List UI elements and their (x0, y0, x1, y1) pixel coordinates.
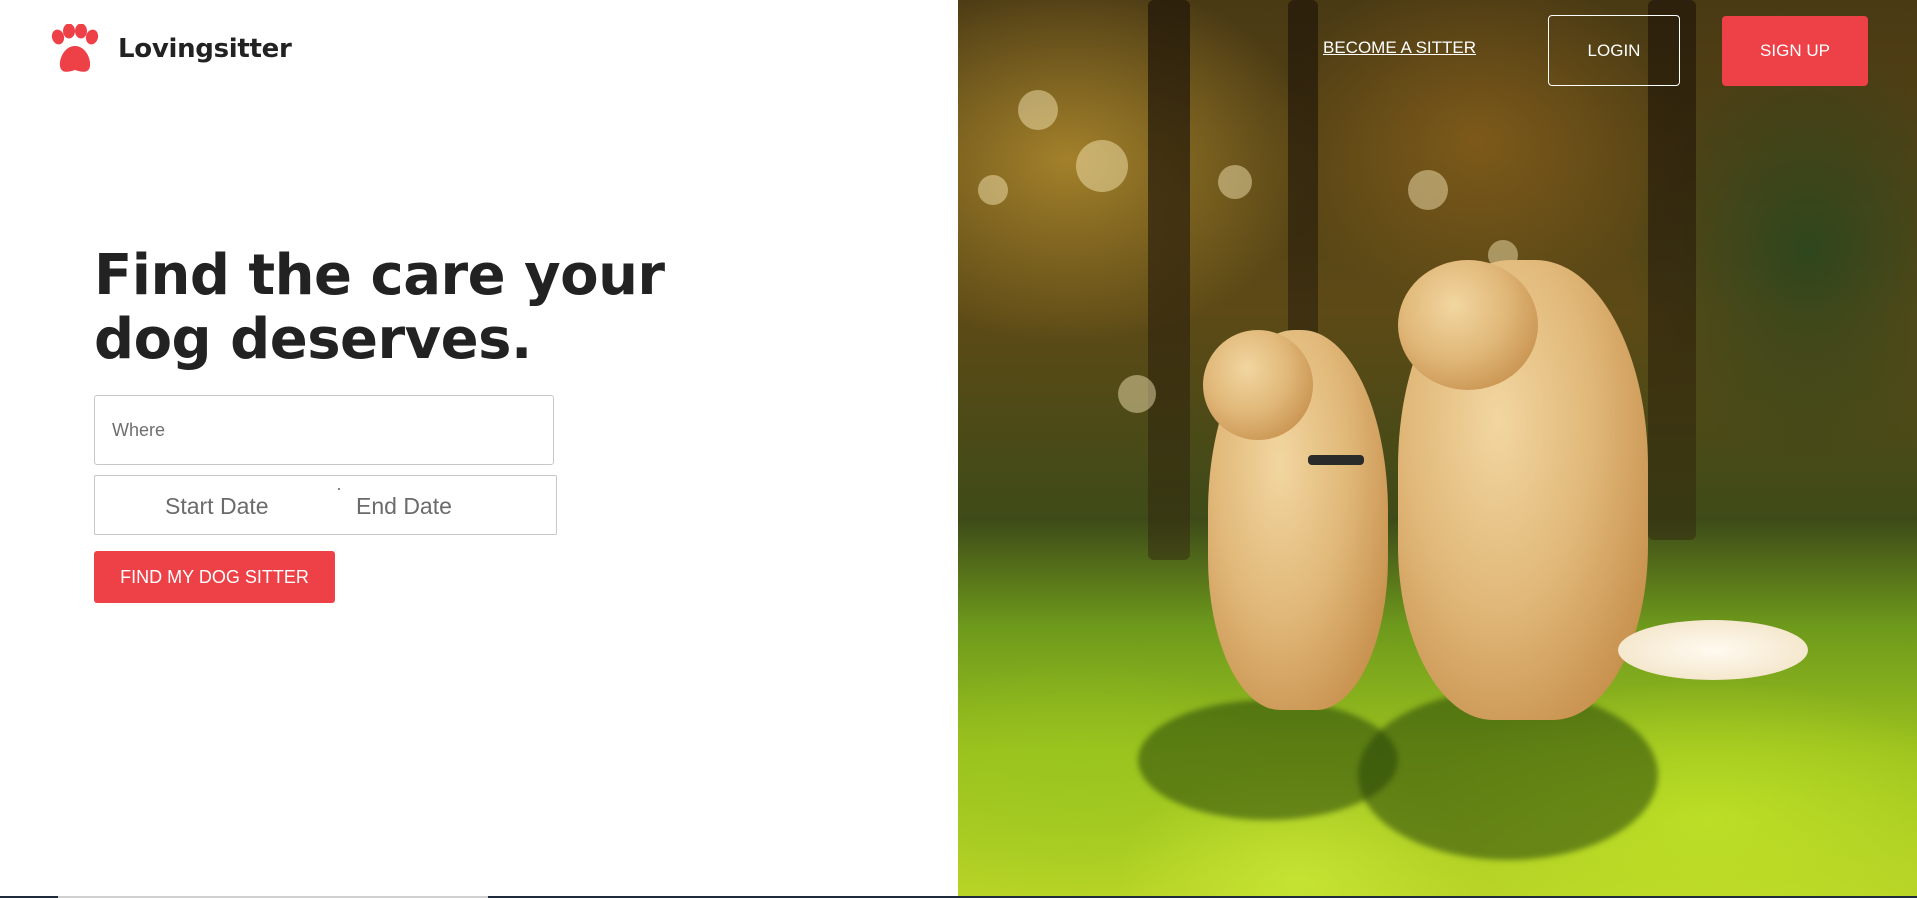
landing-page: Lovingsitter Find the care your dog dese… (0, 0, 1917, 898)
bokeh-light (1018, 90, 1058, 130)
paw-icon (51, 24, 99, 72)
hero-image (958, 0, 1917, 896)
hero-left-pane: Lovingsitter Find the care your dog dese… (0, 0, 958, 896)
start-date-input[interactable] (163, 476, 337, 536)
hero-headline: Find the care your dog deserves. (94, 243, 665, 372)
labrador-head (1203, 330, 1313, 440)
where-input[interactable] (94, 395, 554, 465)
bokeh-light (1408, 170, 1448, 210)
dog-collar (1308, 455, 1364, 465)
date-separator (338, 488, 340, 490)
become-sitter-link[interactable]: BECOME A SITTER (1323, 38, 1476, 58)
signup-button[interactable]: SIGN UP (1722, 16, 1868, 86)
brand-name: Lovingsitter (118, 34, 292, 64)
bokeh-light (1118, 375, 1156, 413)
dog-tail (1618, 620, 1808, 680)
find-dog-sitter-button[interactable]: FIND MY DOG SITTER (94, 551, 335, 603)
dog-shadow (1138, 700, 1398, 820)
bokeh-light (978, 175, 1008, 205)
date-range-field (94, 475, 557, 536)
bokeh-light (1218, 165, 1252, 199)
bokeh-light (1076, 140, 1128, 192)
login-button[interactable]: LOGIN (1548, 15, 1680, 86)
tree-trunk (1148, 0, 1190, 560)
end-date-input[interactable] (354, 476, 528, 536)
golden-retriever-head (1398, 260, 1538, 390)
